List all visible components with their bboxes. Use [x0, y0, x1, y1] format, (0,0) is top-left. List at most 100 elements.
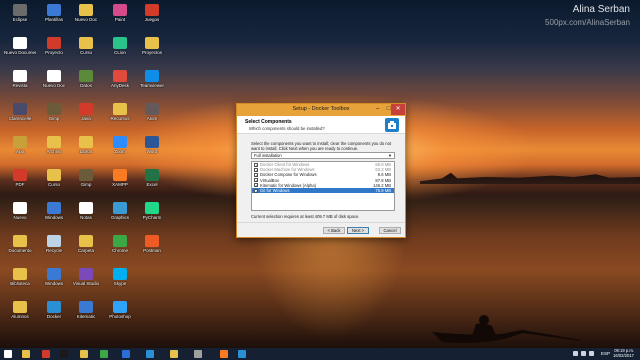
app-icon [113, 169, 127, 181]
city-silhouette [420, 172, 640, 184]
desktop-icon[interactable]: Eclipse [4, 4, 36, 22]
minimize-button[interactable]: – [372, 104, 383, 115]
watermark-url: 500px.com/AlinaSerban [545, 18, 630, 27]
desktop-icon[interactable]: Clarencelle [4, 103, 36, 121]
calculator-icon[interactable] [80, 350, 88, 358]
desktop-icon-label: Libros [79, 149, 93, 154]
folder-icon[interactable] [170, 350, 178, 358]
chevron-down-icon: ▼ [388, 153, 392, 158]
folder-icon [79, 235, 93, 247]
desktop-icon[interactable]: Chrome [104, 235, 136, 253]
component-checkbox[interactable]: ✓ [254, 188, 258, 193]
app-icon [113, 301, 127, 313]
settings-icon[interactable] [194, 350, 202, 358]
desktop-icon[interactable]: Photoshop [104, 301, 136, 319]
desktop-icon[interactable]: Nuevo Doc [38, 70, 70, 88]
app-icon [13, 103, 27, 115]
network-icon[interactable] [573, 351, 578, 356]
media-icon[interactable] [42, 350, 50, 358]
desktop-icon[interactable]: Archivo [38, 136, 70, 154]
desktop-icon[interactable]: Java [70, 103, 102, 121]
desktop-icon[interactable]: Proyectos [136, 37, 168, 55]
desktop-icon[interactable]: Recycle [38, 235, 70, 253]
desktop-icon[interactable]: Juegos [136, 4, 168, 22]
desktop-icon-label: Atom [146, 116, 158, 121]
desktop-icon-grid: Eclipse Nuevo Documento Revista Clarencelle… [0, 0, 260, 348]
desktop-icon[interactable]: Windows [38, 202, 70, 220]
desktop-icon[interactable]: Graphics [104, 202, 136, 220]
app-icon [47, 268, 61, 280]
component-name: Git for Windows [260, 187, 290, 193]
desktop-icon[interactable]: Revista [4, 70, 36, 88]
desktop-icon[interactable]: Nuevo Doc [70, 4, 102, 22]
vscode-icon[interactable] [146, 350, 154, 358]
desktop-icon[interactable]: Postman [136, 235, 168, 253]
desktop-icon[interactable]: App [4, 136, 36, 154]
wizard-footer: < Back Next > Cancel [237, 222, 405, 238]
app-icon [47, 37, 61, 49]
desktop-icon[interactable]: Kitematic [70, 301, 102, 319]
desktop-icon-label: Juegos [144, 17, 160, 22]
docker-setup-icon[interactable] [238, 350, 246, 358]
desktop-icon[interactable]: Docker [38, 301, 70, 319]
desktop-icon-label: Proyecto [45, 50, 63, 55]
volume-icon[interactable] [581, 351, 586, 356]
app-icon [13, 4, 27, 16]
desktop-icon[interactable]: PDF [4, 169, 36, 187]
desktop-icon[interactable]: Zoom [104, 136, 136, 154]
install-type-select[interactable]: Full installation ▼ [251, 152, 395, 159]
language-indicator[interactable]: ESP [601, 351, 610, 356]
desktop-icon[interactable]: Windows [38, 268, 70, 286]
desktop-icon[interactable]: XAMPP [104, 169, 136, 187]
desktop-icon[interactable]: Datos [70, 70, 102, 88]
desktop-icon[interactable]: Biblioteca [4, 268, 36, 286]
desktop-icon[interactable]: Excel [136, 169, 168, 187]
desktop-icon[interactable]: Curso [38, 169, 70, 187]
component-checkbox[interactable]: ✓ [254, 183, 258, 188]
component-row[interactable]: ✓ Git for Windows 75.9 MB [252, 187, 394, 194]
desktop-icon[interactable]: Plantillas [38, 4, 70, 22]
desktop-icon[interactable]: Paint [104, 4, 136, 22]
desktop-icon[interactable]: Nuevo Documento [4, 37, 36, 55]
xampp-icon[interactable] [220, 350, 228, 358]
desktop-icon[interactable]: AnyDesk [104, 70, 136, 88]
file-explorer-icon[interactable] [22, 350, 30, 358]
start-icon[interactable] [4, 350, 12, 358]
terminal-icon[interactable] [60, 350, 68, 358]
desktop-icon[interactable]: Recursos [104, 103, 136, 121]
chrome-icon[interactable] [100, 350, 108, 358]
desktop-icon[interactable]: Visual Studio [70, 268, 102, 286]
desktop-icon[interactable]: Word [136, 136, 168, 154]
window-titlebar[interactable]: Setup - Docker Toolbox – □ ✕ [237, 104, 405, 116]
desktop-icon-label: Carpeta [77, 248, 94, 253]
desktop-icon[interactable]: Notas [70, 202, 102, 220]
desktop-icon[interactable]: Curso [70, 37, 102, 55]
desktop-icon-label: Clarencelle [8, 116, 32, 121]
desktop-icon[interactable]: Nuevo [4, 202, 36, 220]
close-button[interactable]: ✕ [391, 104, 405, 115]
desktop-icon[interactable]: CLion [104, 37, 136, 55]
wizard-header: Select Components Which components shoul… [237, 116, 405, 134]
back-button[interactable]: < Back [323, 227, 345, 234]
desktop-icon[interactable]: Libros [70, 136, 102, 154]
clock[interactable]: 09:19 p.m. 16/02/2017 [613, 348, 634, 359]
desktop-icon-label: Datos [80, 83, 92, 88]
desktop-icon[interactable]: Gimp [70, 169, 102, 187]
cancel-button[interactable]: Cancel [379, 227, 401, 234]
desktop-icon[interactable]: Carpeta [70, 235, 102, 253]
component-checkbox[interactable]: ✓ [254, 178, 258, 183]
document-icon [47, 70, 61, 82]
component-checkbox[interactable]: ✓ [254, 172, 258, 177]
desktop-icon[interactable]: Skype [104, 268, 136, 286]
desktop-icon[interactable]: Atom [136, 103, 168, 121]
desktop-icon[interactable]: Teamviewer [136, 70, 168, 88]
desktop-icon[interactable]: Gimp [38, 103, 70, 121]
desktop-icon[interactable]: Proyecto [38, 37, 70, 55]
next-button[interactable]: Next > [347, 227, 369, 234]
desktop-icon[interactable]: Documento [4, 235, 36, 253]
desktop-icon[interactable]: PyCharm [136, 202, 168, 220]
battery-icon[interactable] [589, 351, 594, 356]
edge-icon[interactable] [122, 350, 130, 358]
app-icon [145, 169, 159, 181]
desktop-icon[interactable]: Alumnos [4, 301, 36, 319]
